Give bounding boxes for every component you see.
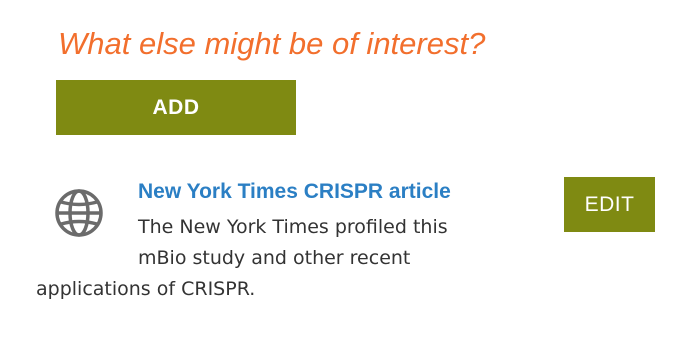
description-line: The New York Times profiled this <box>138 216 448 238</box>
resource-item: New York Times CRISPR article The New Yo… <box>0 170 698 320</box>
edit-button[interactable]: EDIT <box>564 177 655 232</box>
description-line: mBio study and other recent <box>138 247 411 269</box>
section-heading: What else might be of interest? <box>58 26 486 61</box>
add-button[interactable]: ADD <box>56 80 296 135</box>
resource-title-link[interactable]: New York Times CRISPR article <box>138 176 451 208</box>
resource-description: The New York Times profiled this mBio st… <box>36 212 538 305</box>
description-line: applications of CRISPR. <box>36 278 256 300</box>
globe-icon <box>54 188 104 238</box>
